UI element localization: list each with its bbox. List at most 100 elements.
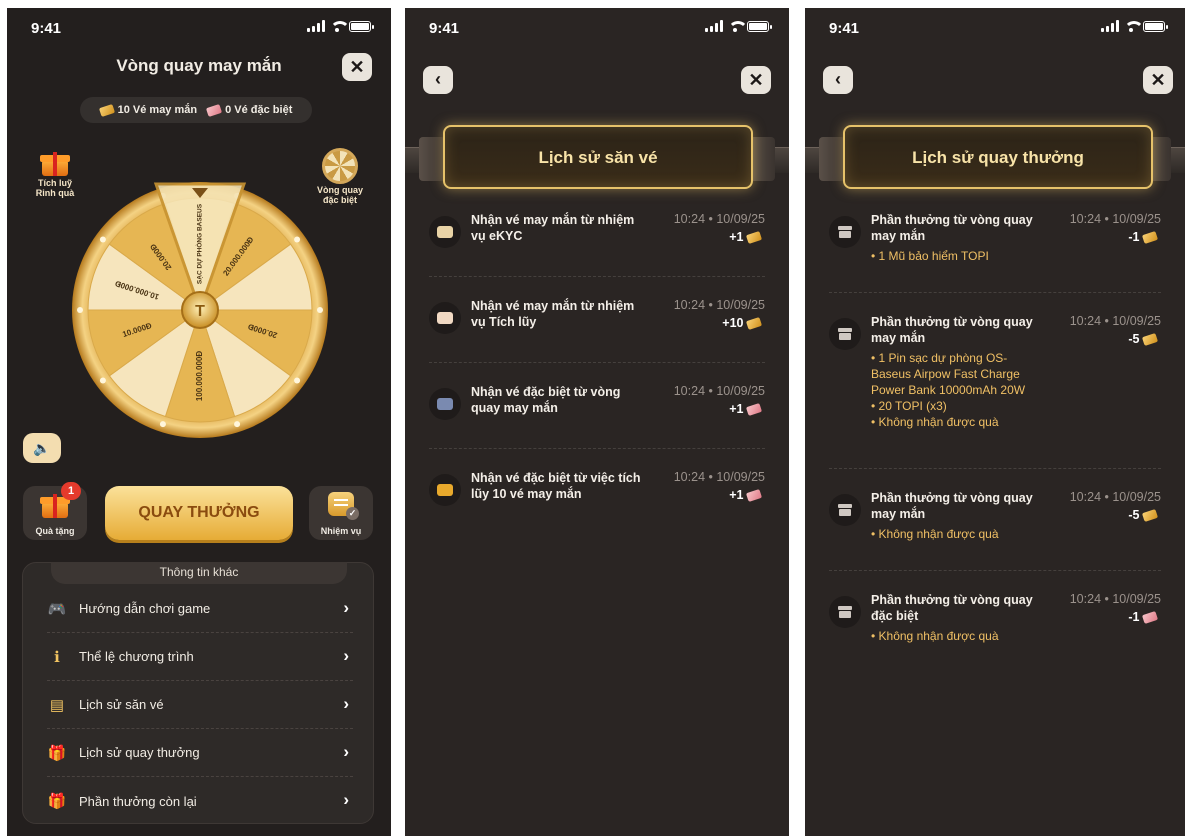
wheel-slice-label: SẠC DỰ PHÒNG BASEUS [195,203,204,284]
gifts-button[interactable]: 1 Quà tặng [23,482,87,540]
record-divider [429,448,765,449]
close-icon: ✕ [1150,70,1166,90]
tasks-button[interactable]: Nhiệm vụ [309,486,373,540]
reward-line: • 1 Mũ bảo hiểm TOPI [871,249,989,263]
record-time: 10:24 • 10/09/25 [1069,490,1161,504]
close-button[interactable]: ✕ [741,66,771,94]
record-title: vụ Tích lũy [471,315,537,329]
wheel-rim-dot [294,377,301,384]
gold-ticket-icon [745,317,763,331]
record-title: may mắn [871,507,926,521]
wifi-icon [728,20,748,32]
gold-ticket-icon [1141,231,1159,245]
wifi-icon [1124,20,1144,32]
pink-ticket-icon [1141,611,1159,625]
reward-line: Baseus Airpow Fast Charge [871,367,1020,381]
close-icon: ✕ [349,57,365,77]
info-item-label: Lịch sử quay thưởng [79,745,200,760]
page-title: Lịch sử săn vé [443,125,753,189]
history-banner: Lịch sử quay thưởng [805,125,1185,197]
info-item-label: Hướng dẫn chơi game [79,601,211,616]
record-amount: +1 [729,230,744,244]
record-divider [429,276,765,277]
reward-line: • Không nhận được quà [871,415,999,429]
record-amount: +1 [729,402,744,416]
back-button[interactable]: ‹ [823,66,853,94]
chevron-left-icon: ‹ [435,69,441,89]
task-list-icon [328,492,359,520]
record-divider [829,570,1161,571]
record-title: lũy 10 vé may mắn [471,487,582,501]
wifi-icon [330,20,350,32]
record-title: đặc biệt [871,609,919,623]
info-item-label: Thể lệ chương trình [79,649,194,664]
status-bar: 9:41 [405,8,789,44]
gold-ticket-icon [1141,509,1159,523]
gift-icon [829,494,861,526]
info-item[interactable]: 🎁 Phần thưởng còn lại › [47,777,353,825]
record-title: Phần thưởng từ vòng quay [871,213,1033,227]
wheel-rim-dot [294,236,301,243]
record-time: 10:24 • 10/09/25 [1069,212,1161,226]
record-divider [829,292,1161,293]
gamepad-icon: 🎮 [47,600,67,618]
lucky-ticket-icon [98,103,115,117]
close-icon: ✕ [748,70,764,90]
info-item[interactable]: ℹ Thể lệ chương trình › [47,633,353,681]
info-icon: ℹ [54,648,60,666]
record-time: 10:24 • 10/09/25 [673,384,765,398]
gift-history-icon: 🎁 [47,744,67,762]
spin-button[interactable]: QUAY THƯỞNG [105,486,293,540]
ticket-history-screen: 9:41 ‹ ✕ Lịch sử săn vé Nhận vé may mắn … [405,8,789,836]
back-button[interactable]: ‹ [423,66,453,94]
record-time: 10:24 • 10/09/25 [673,212,765,226]
record-title: Nhận vé may mắn từ nhiệm [471,213,635,227]
reward-line: • 1 Pin sạc dự phòng OS- [871,351,1008,365]
chevron-right-icon: › [343,694,349,713]
wheel-rim-dot [99,377,106,384]
record-time: 10:24 • 10/09/25 [673,298,765,312]
gift-icon [829,596,861,628]
gift-icon [829,318,861,350]
signal-icon [705,20,723,32]
chevron-right-icon: › [343,646,349,665]
record-title: Phần thưởng từ vòng quay [871,491,1033,505]
record-amount: -1 [1128,610,1140,624]
battery-icon [747,20,772,32]
wheel-rim-dot [159,421,166,428]
special-ticket-icon [206,103,223,117]
record-amount: -5 [1128,508,1140,522]
speaker-icon: 🔈 [33,440,51,456]
close-button[interactable]: ✕ [1143,66,1173,94]
record-time: 10:24 • 10/09/25 [1069,314,1161,328]
special-wheel-icon [429,388,461,420]
info-item[interactable]: ▤ Lịch sử săn vé › [47,681,353,729]
record-title: may mắn [871,229,926,243]
info-item[interactable]: 🎁 Lịch sử quay thưởng › [47,729,353,777]
record-divider [429,362,765,363]
wheel-rim-dot [77,307,83,313]
ticket-history-icon: ▤ [49,696,65,714]
tasks-label: Nhiệm vụ [320,526,362,536]
status-time: 9:41 [429,20,460,37]
record-title: quay may mắn [471,401,558,415]
spin-history-screen: 9:41 ‹ ✕ Lịch sử quay thưởng Phần thưởng… [805,8,1185,836]
chevron-left-icon: ‹ [835,69,841,89]
pink-ticket-icon [745,489,763,503]
reward-line: • Không nhận được quà [871,629,999,643]
reward-line: Power Bank 10000mAh 20W [871,383,1026,397]
lucky-wheel-screen: 9:41 Vòng quay may mắn ✕ 10 Vé may mắn 0… [7,8,391,836]
wheel-rim-dot [317,307,323,313]
piggy-bank-icon [429,302,461,334]
close-button[interactable]: ✕ [342,53,372,81]
battery-icon [1143,20,1168,32]
wheel-rim-dot [99,236,106,243]
gift-icon [40,152,70,176]
info-item[interactable]: 🎮 Hướng dẫn chơi game › [47,585,353,633]
page-title: Vòng quay may mắn [116,56,282,75]
ekyc-card-icon [429,216,461,248]
sound-toggle-button[interactable]: 🔈 [23,433,61,463]
lucky-wheel[interactable]: T SẠC DỰ PHÒNG BASEUS 20.000.000Đ 20.000Đ 1… [53,178,347,438]
gold-ticket-icon [1141,333,1159,347]
record-title: vụ eKYC [471,229,523,243]
